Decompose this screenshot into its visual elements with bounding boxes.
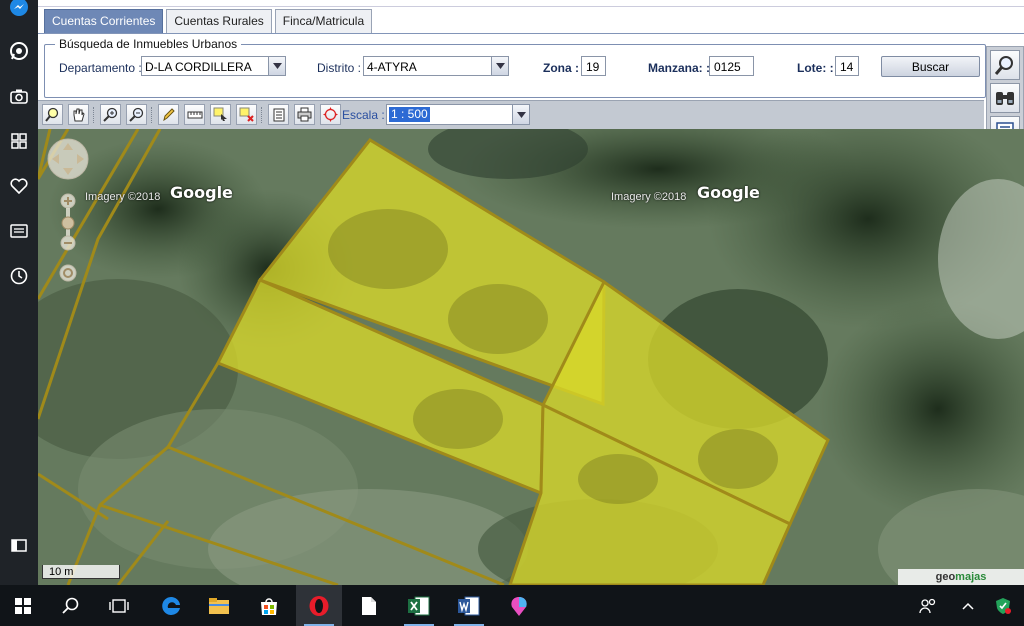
print-icon[interactable]	[294, 104, 315, 125]
word-icon[interactable]	[446, 585, 492, 626]
toolbar-separator	[93, 107, 96, 123]
chevron-down-icon[interactable]	[491, 57, 508, 75]
imagery-credit: Imagery ©2018	[85, 191, 161, 203]
chevron-down-icon[interactable]	[512, 105, 529, 124]
distrito-select[interactable]: 4-ATYRA	[363, 56, 509, 76]
select-feature-icon[interactable]	[210, 104, 231, 125]
search-fieldset: Búsqueda de Inmuebles Urbanos Departamen…	[44, 37, 986, 98]
geomajas-geo: geo	[935, 571, 956, 583]
history-icon[interactable]	[7, 264, 31, 288]
defender-icon[interactable]	[986, 585, 1020, 626]
scale-bar: 10 m	[42, 565, 120, 579]
search-legend: Búsqueda de Inmuebles Urbanos	[55, 37, 242, 51]
search-icon[interactable]	[48, 585, 94, 626]
chevron-up-icon[interactable]	[950, 585, 986, 626]
heart-icon[interactable]	[7, 174, 31, 198]
sidebar-toggle-icon[interactable]	[7, 533, 31, 557]
toolbar-separator	[261, 107, 264, 123]
tab-bar: Cuentas Corrientes Cuentas Rurales Finca…	[44, 9, 375, 34]
clear-selection-icon[interactable]	[236, 104, 257, 125]
zoom-in-icon[interactable]	[100, 104, 121, 125]
full-extent-icon[interactable]	[320, 104, 341, 125]
manzana-input[interactable]: 0125	[709, 56, 754, 76]
lote-label: Lote: :	[797, 61, 834, 75]
windows-start-icon[interactable]	[0, 585, 46, 626]
chevron-down-icon[interactable]	[268, 57, 285, 75]
geomajas-logo: geomajas	[898, 569, 1024, 585]
departamento-value: D-LA CORDILLERA	[145, 60, 252, 74]
zoom-out-icon[interactable]	[126, 104, 147, 125]
tab-cuentas-rurales[interactable]: Cuentas Rurales	[166, 9, 272, 33]
windows-taskbar	[0, 585, 1024, 626]
map-view[interactable]: Imagery ©2018 Google Imagery ©2018 Googl…	[38, 129, 1024, 585]
opera-icon[interactable]	[296, 585, 342, 626]
task-view-icon[interactable]	[96, 585, 142, 626]
paint3d-icon[interactable]	[496, 585, 542, 626]
news-icon[interactable]	[7, 219, 31, 243]
zona-label: Zona :	[543, 61, 579, 75]
distrito-label: Distrito :	[317, 61, 362, 75]
zona-input[interactable]: 19	[581, 56, 606, 76]
people-icon[interactable]	[908, 585, 948, 626]
pan-control[interactable]	[46, 137, 90, 181]
store-icon[interactable]	[246, 585, 292, 626]
identify-icon[interactable]	[42, 104, 63, 125]
distrito-value: 4-ATYRA	[367, 60, 417, 74]
escala-select[interactable]: 1 : 500	[386, 104, 530, 125]
pan-hand-icon[interactable]	[68, 104, 89, 125]
tab-cuentas-corrientes[interactable]: Cuentas Corrientes	[44, 9, 164, 33]
map-toolbar: Escala : 1 : 500	[38, 100, 984, 130]
escala-value: 1 : 500	[389, 107, 430, 122]
excel-icon[interactable]	[396, 585, 442, 626]
lote-input[interactable]: 14	[835, 56, 859, 76]
measure-ruler-icon[interactable]	[184, 104, 205, 125]
buscar-button[interactable]: Buscar	[881, 56, 980, 77]
search-magnifier-icon[interactable]	[990, 50, 1020, 80]
speed-dial-icon[interactable]	[7, 129, 31, 153]
edge-icon[interactable]	[148, 585, 194, 626]
browser-sidebar	[0, 0, 38, 585]
camera-icon[interactable]	[7, 84, 31, 108]
file-explorer-icon[interactable]	[196, 585, 242, 626]
messenger-icon[interactable]	[7, 0, 31, 19]
toolbar-separator	[151, 107, 154, 123]
zoom-reset-icon[interactable]	[58, 263, 78, 283]
google-watermark: Google	[170, 183, 233, 202]
tab-bar-divider	[38, 33, 1024, 34]
page: Cuentas Corrientes Cuentas Rurales Finca…	[38, 0, 1024, 585]
top-strip	[38, 0, 1024, 7]
edit-pencil-icon[interactable]	[158, 104, 179, 125]
manzana-label: Manzana: :	[648, 61, 711, 75]
zoom-slider[interactable]	[58, 193, 78, 251]
escala-label: Escala :	[342, 108, 385, 122]
geomajas-majas: majas	[955, 571, 987, 583]
binoculars-icon[interactable]	[990, 83, 1020, 113]
tab-finca-matricula[interactable]: Finca/Matricula	[274, 9, 373, 33]
imagery-credit: Imagery ©2018	[611, 191, 687, 203]
google-watermark: Google	[697, 183, 760, 202]
feature-info-icon[interactable]	[268, 104, 289, 125]
file-icon[interactable]	[346, 585, 392, 626]
departamento-select[interactable]: D-LA CORDILLERA	[141, 56, 286, 76]
whatsapp-icon[interactable]	[7, 39, 31, 63]
departamento-label: Departamento :	[59, 61, 142, 75]
